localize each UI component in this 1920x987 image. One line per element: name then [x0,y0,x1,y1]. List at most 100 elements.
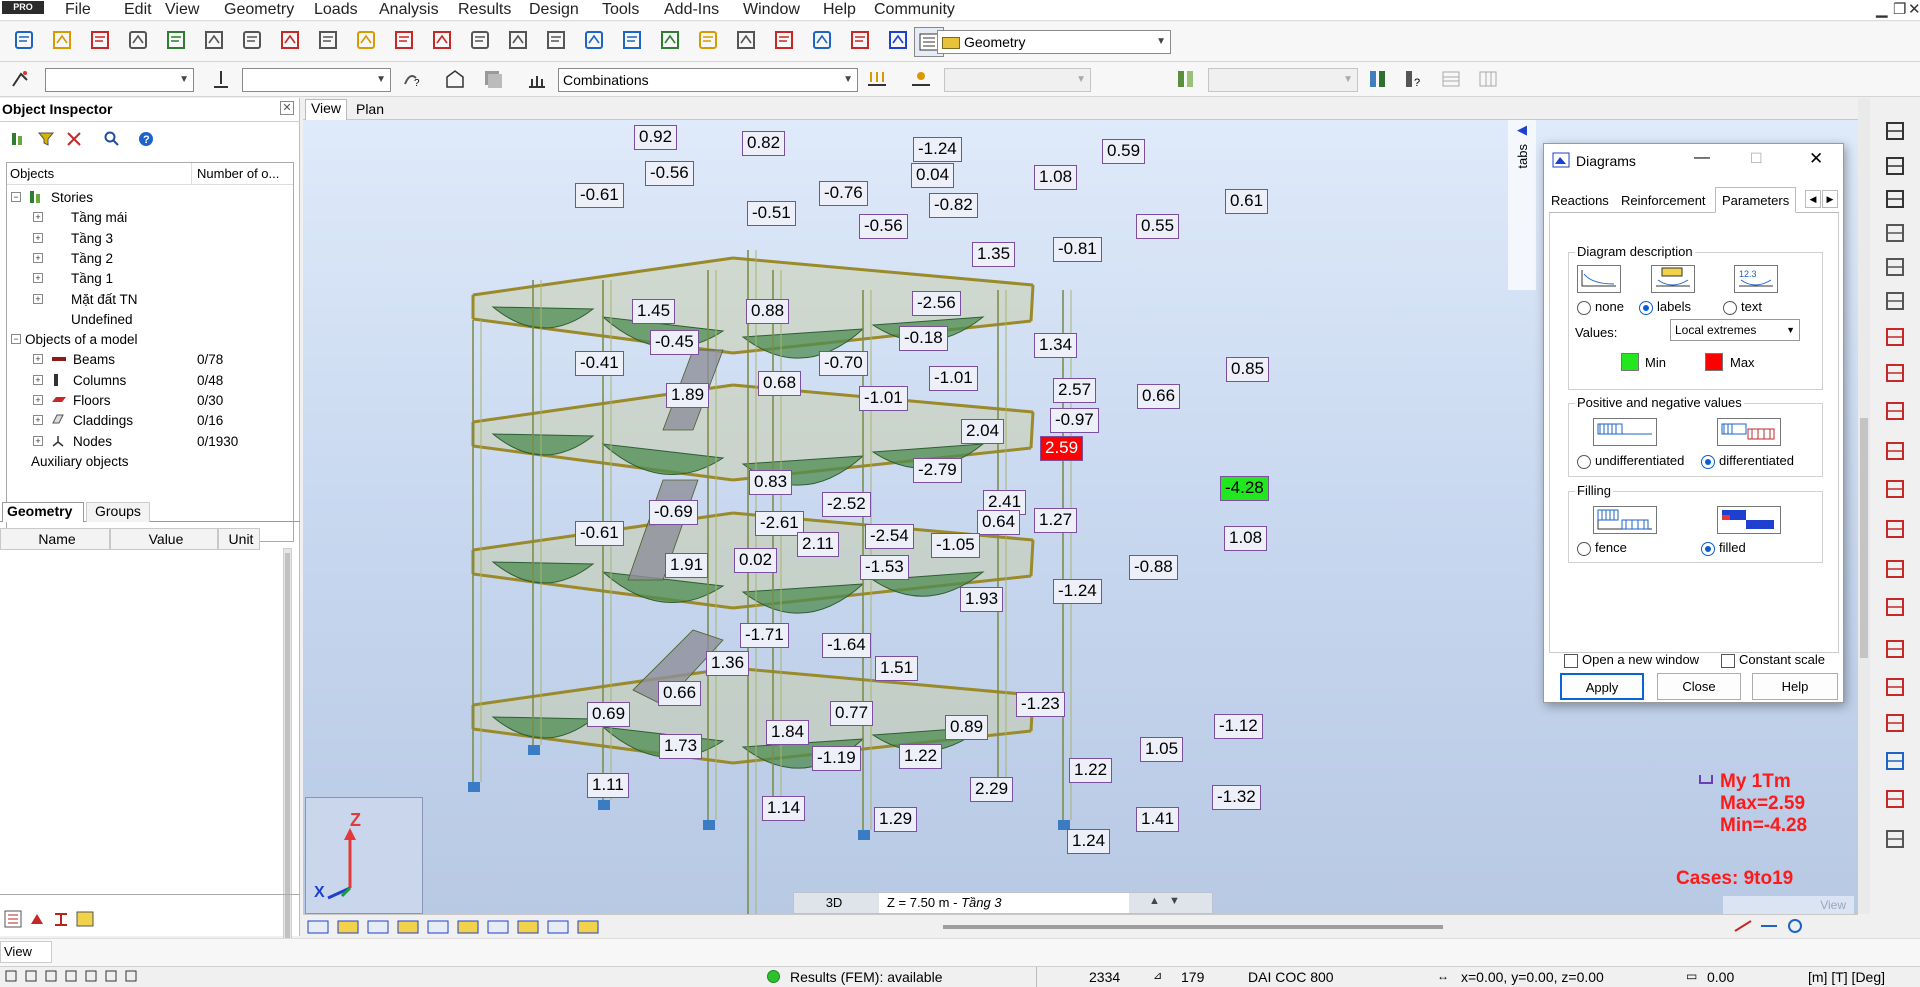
side-tool-18-icon[interactable] [1882,748,1908,774]
fence-icon[interactable] [1593,506,1657,534]
expand-icon[interactable]: + [33,232,43,243]
side-tool-3-icon[interactable] [1882,186,1908,212]
open-file-icon[interactable] [48,26,76,54]
tree-filter-icon[interactable] [10,131,26,150]
radio-none[interactable] [1577,300,1591,315]
view-option-3-icon[interactable] [365,917,391,937]
menu-tools[interactable]: Tools [602,1,639,19]
side-tool-11-icon[interactable] [1882,476,1908,502]
side-tool-14-icon[interactable] [1882,594,1908,620]
combo-disabled-1[interactable]: ▼ [944,68,1091,92]
horizontal-scrollbar[interactable] [943,925,1443,929]
menu-add-ins[interactable]: Add-Ins [664,1,719,19]
tree-item[interactable]: Undefined [7,310,293,330]
tab-view[interactable]: View [305,99,347,120]
close-button[interactable]: Close [1657,673,1741,700]
side-tool-16-icon[interactable] [1882,674,1908,700]
chk-new-window[interactable]: Open a new window [1564,652,1699,668]
radio-fence[interactable] [1577,541,1591,556]
side-tool-20-icon[interactable] [1882,826,1908,852]
menu-view[interactable]: View [165,1,199,19]
menu-community[interactable]: Community [874,1,955,19]
tree-item[interactable]: + Columns 0/48 [7,371,293,391]
side-tool-10-icon[interactable] [1882,438,1908,464]
desc-text-icon[interactable]: 12.3 [1734,265,1778,293]
tree-item[interactable]: + Tầng 2 [7,249,293,269]
combinations-select[interactable]: Combinations ▼ [558,68,858,92]
load-display-icon[interactable] [863,65,891,93]
side-tool-8-icon[interactable] [1882,360,1908,386]
story-down-icon[interactable]: ▼ [1169,895,1180,907]
select-members-icon[interactable] [1172,65,1200,93]
library-icon[interactable] [162,26,190,54]
combo-disabled-2[interactable]: ▼ [1208,68,1358,92]
side-tool-4-icon[interactable] [1882,220,1908,246]
bar-combo[interactable]: ▼ [45,68,194,92]
status-tool-6-icon[interactable] [104,969,118,986]
status-tool-3-icon[interactable] [44,969,58,986]
expand-icon[interactable]: + [33,273,43,284]
view-option-10-icon[interactable] [575,917,601,937]
min-color-swatch[interactable] [1621,353,1639,371]
zoom-window-icon[interactable] [618,26,646,54]
status-tool-2-icon[interactable] [24,969,38,986]
tree-item[interactable]: + Mặt đất TN [7,290,293,310]
expand-icon[interactable]: + [33,415,43,426]
view-command-field[interactable]: View [0,941,52,963]
tree-item[interactable]: + Floors 0/30 [7,391,293,411]
side-tool-12-icon[interactable] [1882,516,1908,542]
view-mode-3d[interactable]: 3D [794,893,874,913]
tools-icon[interactable] [846,26,874,54]
radio-filled[interactable] [1701,541,1715,556]
tab-parameters[interactable]: Parameters [1715,187,1797,213]
diff-icon[interactable] [1717,418,1781,446]
opt-none[interactable]: none [1577,299,1624,315]
tab-reinforcement[interactable]: Reinforcement [1621,193,1706,208]
restore-icon[interactable]: ❐ [1893,0,1906,18]
expand-icon[interactable]: − [11,334,21,345]
story-up-icon[interactable]: ▲ [1149,895,1160,907]
case-select-icon[interactable]: ? [397,65,425,93]
node-select-icon[interactable] [207,65,235,93]
view-option-2-icon[interactable] [335,917,361,937]
filled-icon[interactable] [1717,506,1781,534]
radio-text[interactable] [1723,300,1737,315]
tab-plan[interactable]: Plan [349,101,391,120]
story-icon[interactable] [441,65,469,93]
menu-analysis[interactable]: Analysis [379,1,439,19]
expand-icon[interactable]: + [33,354,43,365]
member-settings-icon[interactable]: ? [1400,65,1428,93]
radio-undifferentiated[interactable] [1577,454,1591,469]
values-select[interactable]: Local extremes ▼ [1670,319,1800,341]
opt-text[interactable]: text [1723,299,1762,315]
menu-loads[interactable]: Loads [314,1,358,19]
load-table-icon[interactable] [907,65,935,93]
menu-window[interactable]: Window [743,1,800,19]
tree-item[interactable]: + Tầng 3 [7,229,293,249]
units[interactable]: [m] [T] [Deg] [1808,969,1885,985]
new-file-icon[interactable] [10,26,38,54]
print-icon[interactable] [124,26,152,54]
view-tool-2-icon[interactable] [1759,917,1779,938]
tree-item[interactable]: Auxiliary objects [7,452,293,472]
status-tool-4-icon[interactable] [64,969,78,986]
load-icon[interactable] [694,26,722,54]
dialog-close-icon[interactable]: ✕ [1809,149,1823,169]
expand-icon[interactable]: − [11,192,21,202]
status-tool-5-icon[interactable] [84,969,98,986]
table-icon[interactable] [52,910,70,931]
side-tool-7-icon[interactable] [1882,324,1908,350]
view-option-9-icon[interactable] [545,917,571,937]
dialog-minimize-icon[interactable]: — [1694,149,1710,167]
load-case-icon[interactable] [523,65,551,93]
screenshot-icon[interactable] [238,26,266,54]
expand-icon[interactable]: + [33,374,43,385]
tree-item[interactable]: − Stories [7,188,293,208]
opt-filled[interactable]: filled [1701,540,1746,556]
panel-close-icon[interactable]: ✕ [280,101,294,115]
close-icon[interactable]: ✕ [1908,0,1920,18]
view-button[interactable]: View [1723,896,1854,914]
clear-filter-icon[interactable] [66,131,82,150]
expand-icon[interactable]: + [33,212,43,223]
view-option-6-icon[interactable] [455,917,481,937]
